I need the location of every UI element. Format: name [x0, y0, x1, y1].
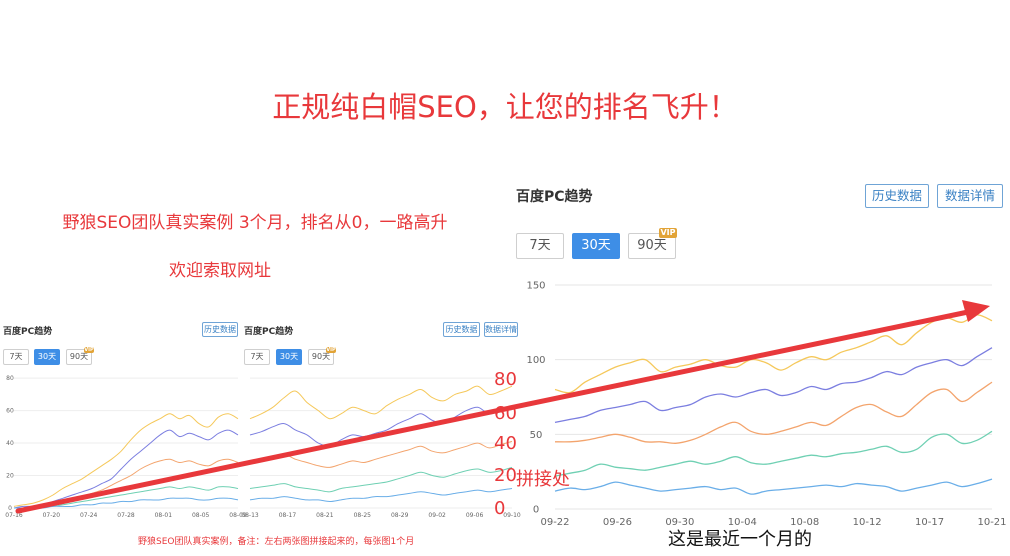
small2-x-tick-label: 08-13 — [241, 512, 259, 519]
small1-series-line-2 — [13, 429, 239, 509]
overlay-number-60: 60 — [494, 403, 517, 424]
small1-series-line-3 — [13, 458, 239, 509]
small2-series-line-2 — [249, 406, 513, 447]
small1-y-tick-label: 20 — [6, 473, 14, 480]
overlay-number-40: 40 — [494, 433, 517, 454]
right-y-tick-label: 150 — [526, 281, 545, 292]
small2-series-line-4 — [249, 466, 513, 493]
small2-x-tick-label: 09-06 — [466, 512, 484, 519]
right-y-tick-label: 0 — [533, 505, 539, 516]
overlay-number-20: 20 — [494, 465, 517, 486]
growth-arrow-head — [962, 300, 990, 322]
right-x-tick-label: 10-12 — [853, 517, 882, 528]
right-y-tick-label: 100 — [526, 355, 545, 366]
overlay-number-80: 80 — [494, 369, 517, 390]
small1-x-tick-label: 07-24 — [80, 512, 98, 519]
small1-y-tick-label: 60 — [6, 408, 14, 415]
splice-label: 拼接处 — [516, 469, 570, 490]
right-x-tick-label: 10-21 — [977, 517, 1006, 528]
right-series-line-4 — [554, 430, 993, 477]
right-y-tick-label: 50 — [530, 430, 543, 441]
small2-series-line-5 — [249, 488, 513, 503]
small2-x-tick-label: 09-10 — [503, 512, 521, 519]
right-x-tick-label: 10-17 — [915, 517, 944, 528]
recent-month-caption: 这是最近一个月的 — [668, 529, 812, 550]
small1-x-tick-label: 07-28 — [117, 512, 135, 519]
small1-x-tick-label: 08-01 — [155, 512, 173, 519]
small1-x-tick-label: 07-20 — [43, 512, 61, 519]
small1-series-line-1 — [13, 413, 239, 507]
small2-x-tick-label: 08-29 — [391, 512, 409, 519]
overlay-number-0: 0 — [494, 498, 506, 519]
small2-x-tick-label: 08-17 — [279, 512, 297, 519]
small1-y-tick-label: 40 — [6, 440, 14, 447]
right-x-tick-label: 09-26 — [603, 517, 632, 528]
small1-x-tick-label: 08-05 — [192, 512, 210, 519]
small2-x-tick-label: 09-02 — [428, 512, 446, 519]
right-series-line-5 — [554, 478, 993, 495]
right-x-tick-label: 09-22 — [540, 517, 569, 528]
small2-x-tick-label: 08-25 — [354, 512, 372, 519]
growth-arrow-shaft — [15, 309, 971, 514]
small2-x-tick-label: 08-21 — [316, 512, 334, 519]
small-caption-note: 野狼SEO团队真实案例，备注：左右两张图拼接起来的，每张图1个月 — [138, 537, 415, 547]
small1-y-tick-label: 80 — [6, 375, 14, 382]
